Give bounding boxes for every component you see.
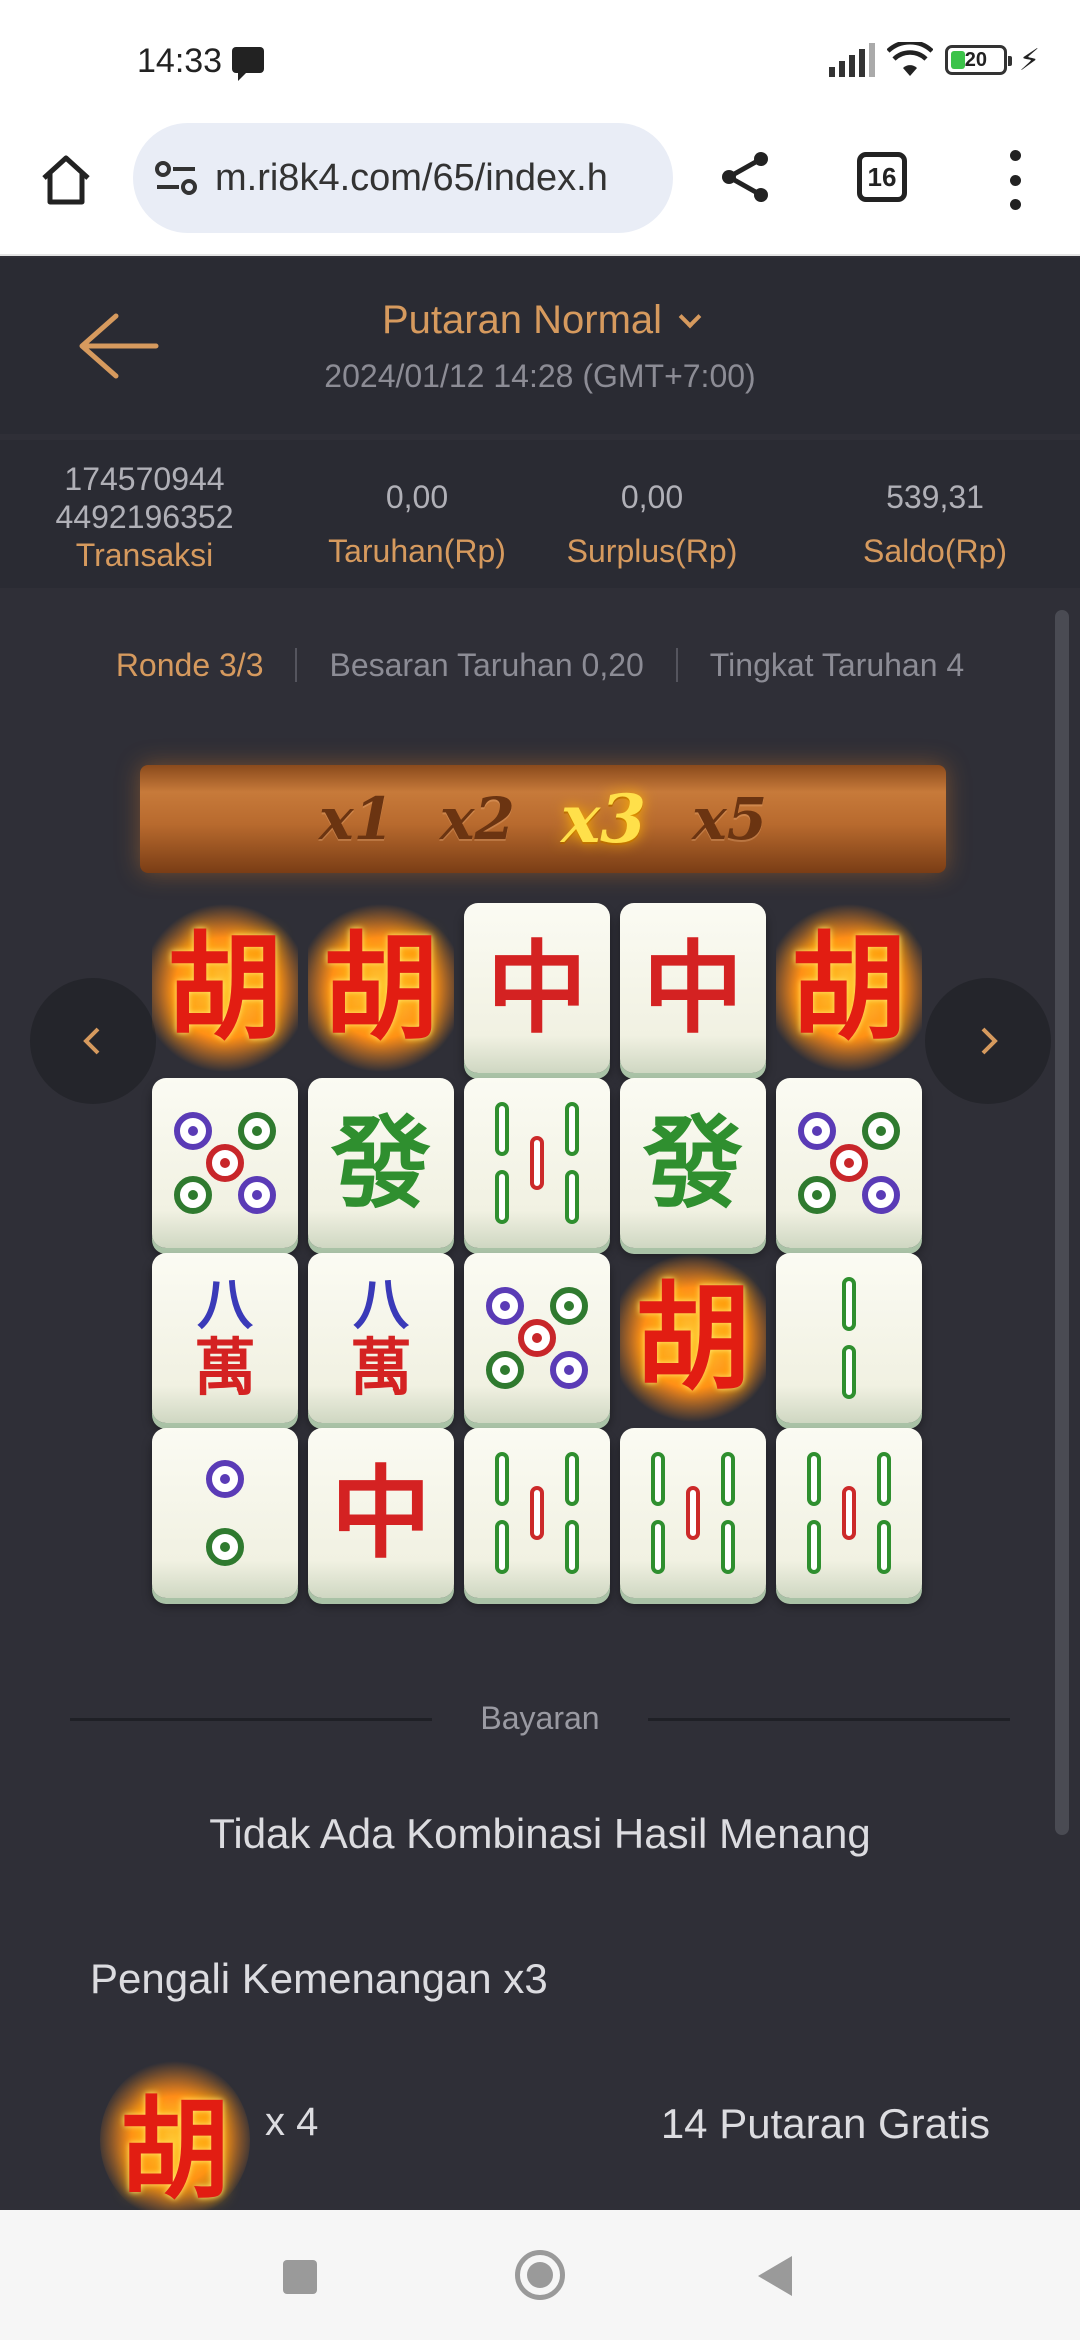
- payout-section-header: Bayaran: [70, 1700, 1010, 1740]
- scatter-count: x 4: [265, 2100, 319, 2144]
- reel-grid: 胡 胡 中 中 胡 發 發 八萬 八萬 胡 中: [152, 903, 928, 1603]
- recent-apps-icon[interactable]: [283, 2260, 317, 2294]
- scrollbar[interactable]: [1055, 610, 1069, 1835]
- tile-wild: 胡: [308, 903, 454, 1073]
- multiplier-x3-active: x3: [560, 780, 647, 858]
- tile-wild: 胡: [152, 903, 298, 1073]
- status-icons: 20 ⚡: [828, 40, 1040, 80]
- bet-value: 0,00: [385, 479, 449, 515]
- multiplier-x5: x5: [692, 785, 768, 853]
- tile-red-dragon: 中: [620, 903, 766, 1073]
- bet-level-text: Tingkat Taruhan 4: [709, 646, 965, 683]
- tile-five-bamboo: [620, 1428, 766, 1598]
- tab-switcher-button[interactable]: 16: [857, 152, 907, 202]
- bet-size-text: Besaran Taruhan 0,20: [329, 646, 644, 683]
- divider: [675, 648, 678, 682]
- scatter-row: 胡 x 4 14 Putaran Gratis: [100, 2060, 1000, 2220]
- tile-green-dragon: 發: [620, 1078, 766, 1248]
- surplus-value: 0,00: [620, 479, 684, 515]
- transaction-id-line1: 174570944: [64, 461, 225, 497]
- previous-round-button[interactable]: [30, 978, 156, 1104]
- tile-red-dragon: 中: [464, 903, 610, 1073]
- home-circle-icon[interactable]: [515, 2250, 565, 2300]
- tile-red-dragon: 中: [308, 1428, 454, 1598]
- spin-type-label: Putaran Normal: [381, 298, 663, 342]
- round-indicator: Ronde 3/3: [115, 646, 264, 683]
- bet-label: Taruhan(Rp): [328, 533, 506, 569]
- browser-toolbar: m.ri8k4.com/65/index.h 16: [0, 120, 1080, 256]
- no-win-message: Tidak Ada Kombinasi Hasil Menang: [209, 1810, 871, 1857]
- next-round-button[interactable]: [925, 978, 1051, 1104]
- multiplier-x2: x2: [439, 785, 515, 853]
- battery-icon: 20: [944, 45, 1012, 75]
- scatter-symbol-icon: 胡: [100, 2060, 250, 2220]
- tile-wild: 胡: [620, 1253, 766, 1423]
- back-triangle-icon[interactable]: [758, 2256, 792, 2296]
- multiplier-board: x1 x2 x3 x5: [140, 765, 946, 873]
- win-multiplier-text: Pengali Kemenangan x3: [90, 1955, 548, 2002]
- spin-type-dropdown[interactable]: Putaran Normal: [0, 298, 1080, 343]
- charging-icon: ⚡: [1018, 43, 1040, 77]
- balance-label: Saldo(Rp): [862, 533, 1008, 569]
- tile-eight-characters: 八萬: [152, 1253, 298, 1423]
- payout-label: Bayaran: [480, 1700, 600, 1736]
- history-header: Putaran Normal 2024/01/12 14:28 (GMT+7:0…: [0, 258, 1080, 434]
- surplus-stat: 0,00 Surplus(Rp): [552, 478, 752, 570]
- share-icon[interactable]: [715, 147, 775, 207]
- surplus-label: Surplus(Rp): [566, 533, 738, 569]
- home-icon[interactable]: [36, 150, 96, 210]
- more-menu-icon[interactable]: [1005, 150, 1025, 210]
- chevron-left-icon: [83, 1027, 100, 1055]
- tile-five-bamboo: [776, 1428, 922, 1598]
- status-bar: 14:33 20 ⚡: [0, 0, 1080, 120]
- signal-icon: [828, 43, 875, 77]
- site-settings-icon[interactable]: [155, 159, 197, 197]
- message-notification-icon: [232, 47, 264, 81]
- tile-five-bamboo: [464, 1428, 610, 1598]
- wifi-icon: [886, 42, 933, 76]
- transaction-label: Transaksi: [75, 537, 214, 573]
- chevron-down-icon: [678, 305, 702, 329]
- spin-datetime: 2024/01/12 14:28 (GMT+7:00): [324, 358, 756, 394]
- tile-two-dots: [152, 1428, 298, 1598]
- balance-value: 539,31: [886, 479, 984, 515]
- system-navigation-bar: [0, 2210, 1080, 2340]
- tile-five-dots: [464, 1253, 610, 1423]
- round-info: Ronde 3/3 Besaran Taruhan 0,20 Tingkat T…: [0, 640, 1080, 690]
- tile-five-dots: [776, 1078, 922, 1248]
- transaction-stat: 174570944 4492196352 Transaksi: [42, 460, 247, 574]
- free-spins-text: 14 Putaran Gratis: [660, 2100, 990, 2147]
- tile-five-bamboo: [464, 1078, 610, 1248]
- tile-green-dragon: 發: [308, 1078, 454, 1248]
- tile-five-dots: [152, 1078, 298, 1248]
- multiplier-x1: x1: [318, 785, 394, 853]
- status-time: 14:33: [137, 42, 223, 80]
- tile-eight-characters: 八萬: [308, 1253, 454, 1423]
- chevron-right-icon: [981, 1027, 998, 1055]
- divider: [295, 648, 298, 682]
- transaction-id-line2: 4492196352: [55, 499, 234, 535]
- balance-stat: 539,31 Saldo(Rp): [835, 478, 1035, 570]
- battery-level: 20: [964, 48, 988, 71]
- tile-two-bamboo: [776, 1253, 922, 1423]
- bet-stat: 0,00 Taruhan(Rp): [317, 478, 517, 570]
- url-text: m.ri8k4.com/65/index.h: [215, 156, 608, 199]
- address-bar[interactable]: m.ri8k4.com/65/index.h: [133, 123, 673, 233]
- tile-wild: 胡: [776, 903, 922, 1073]
- transaction-summary: 174570944 4492196352 Transaksi 0,00 Taru…: [0, 440, 1080, 588]
